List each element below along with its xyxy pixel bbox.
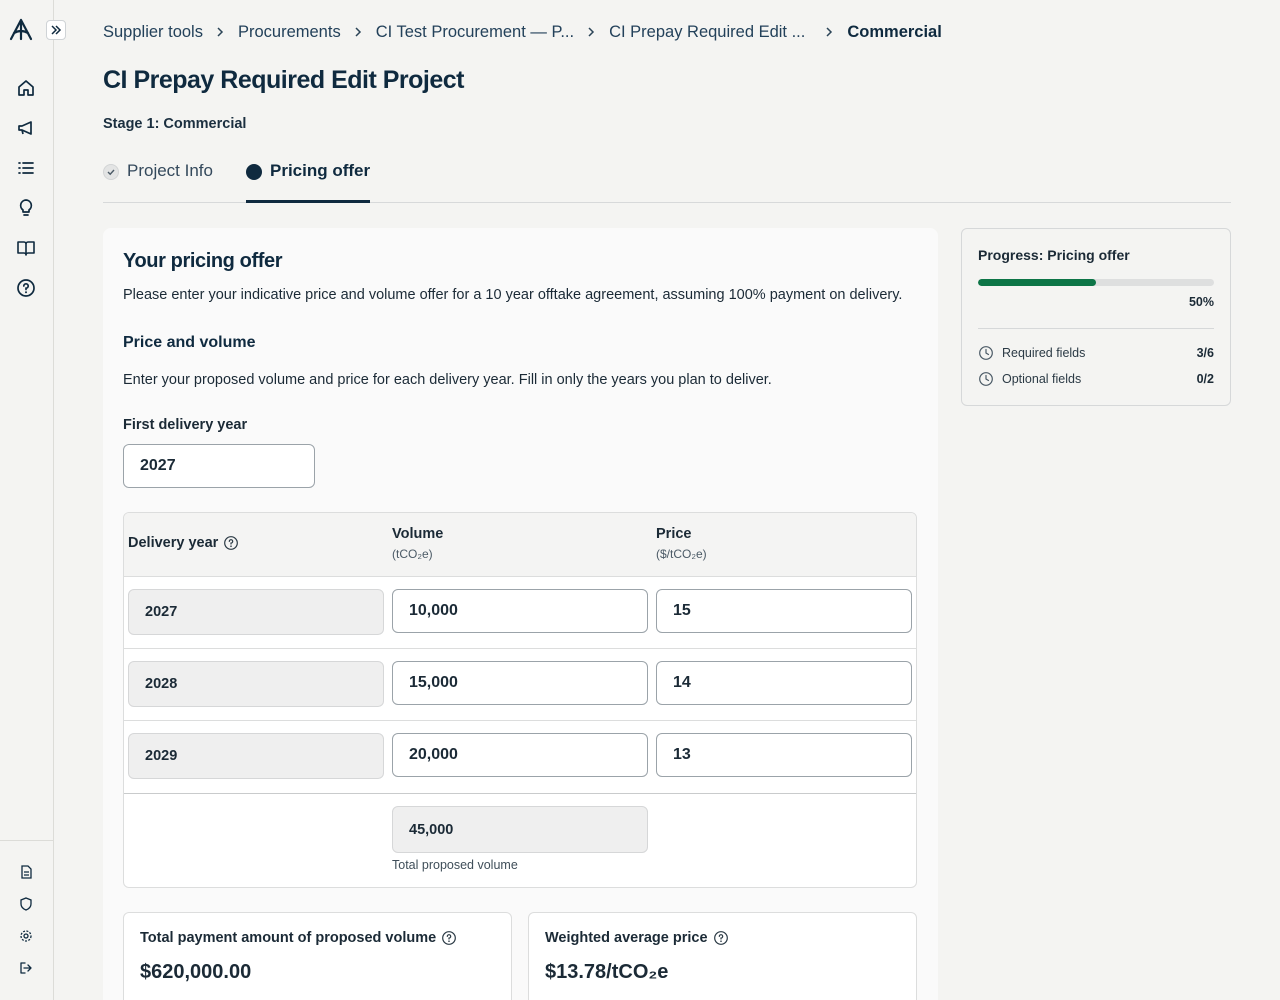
section-title: Price and volume [123, 334, 256, 351]
breadcrumb-item-procurement[interactable]: CI Test Procurement — P... [376, 23, 574, 42]
delivery-year-cell: 2028 [128, 661, 384, 707]
table-footer: 45,000 Total proposed volume [124, 793, 916, 887]
price-input[interactable]: 13 [656, 733, 912, 777]
price-input[interactable]: 14 [656, 661, 912, 705]
delivery-year-header: Delivery year [128, 535, 239, 551]
required-fields-count: 3/6 [1196, 346, 1214, 360]
progress-panel: Progress: Pricing offer 50% Required fie… [961, 228, 1231, 406]
settings-icon[interactable] [18, 928, 34, 944]
breadcrumb-item-procurements[interactable]: Procurements [238, 23, 341, 42]
chevron-right-icon [825, 26, 835, 38]
check-icon [103, 164, 119, 180]
volume-unit: (tCO₂e) [392, 547, 433, 561]
expand-sidebar-button[interactable] [46, 20, 66, 40]
volume-input[interactable]: 10,000 [392, 589, 648, 633]
volume-input[interactable]: 15,000 [392, 661, 648, 705]
tab-pricing-offer[interactable]: Pricing offer [246, 157, 371, 203]
progress-percent: 50% [1188, 295, 1214, 309]
required-fields-label: Required fields [1002, 346, 1086, 360]
progress-divider [978, 328, 1214, 329]
table-header: Delivery year Volume (tCO₂e) Price ($/tC… [124, 513, 916, 577]
card-title: Your pricing offer [123, 250, 283, 272]
volume-header: Volume [392, 526, 444, 542]
chevron-right-icon [216, 26, 226, 38]
shield-icon[interactable] [18, 896, 34, 912]
delivery-year-cell: 2027 [128, 589, 384, 635]
help-icon[interactable] [713, 930, 729, 946]
progress-bar [978, 279, 1214, 286]
breadcrumb-item-project[interactable]: CI Prepay Required Edit ... [609, 23, 805, 42]
lightbulb-icon[interactable] [15, 197, 37, 219]
list-icon[interactable] [15, 157, 37, 179]
tab-label: Project Info [127, 161, 213, 180]
help-icon[interactable] [223, 535, 239, 551]
optional-fields-label: Optional fields [1002, 372, 1082, 386]
page-title: CI Prepay Required Edit Project [103, 66, 465, 94]
weighted-price-value: $13.78/tCO₂e [545, 961, 669, 983]
book-icon[interactable] [15, 237, 37, 259]
total-payment-value: $620,000.00 [140, 961, 252, 983]
total-volume-value: 45,000 [392, 806, 648, 853]
breadcrumb-current: Commercial [847, 22, 942, 41]
delivery-year-cell: 2029 [128, 733, 384, 779]
help-icon[interactable] [441, 930, 457, 946]
price-header: Price [656, 526, 692, 542]
progress-title: Progress: Pricing offer [978, 247, 1130, 263]
price-volume-table: Delivery year Volume (tCO₂e) Price ($/tC… [123, 512, 917, 888]
delivery-year-header-label: Delivery year [128, 535, 219, 551]
logout-icon[interactable] [18, 960, 34, 976]
chevron-right-icon [354, 26, 364, 38]
tab-project-info[interactable]: Project Info [103, 157, 213, 203]
first-delivery-year-label: First delivery year [123, 417, 248, 433]
breadcrumb-item-supplier-tools[interactable]: Supplier tools [103, 23, 203, 42]
weighted-price-box: Weighted average price $13.78/tCO₂e [528, 912, 917, 1000]
active-dot-icon [246, 164, 262, 180]
tab-bar: Project Info Pricing offer [103, 157, 1231, 203]
chevrons-right-icon [51, 25, 62, 35]
stage-label: Stage 1: Commercial [103, 116, 247, 132]
total-payment-box: Total payment amount of proposed volume … [123, 912, 512, 1000]
home-icon[interactable] [15, 77, 37, 99]
first-delivery-year-input[interactable]: 2027 [123, 444, 315, 488]
total-payment-header: Total payment amount of proposed volume [140, 930, 457, 946]
required-fields-row: Required fields 3/6 [978, 344, 1214, 362]
table-row: 2028 15,000 14 [124, 649, 916, 721]
document-icon[interactable] [18, 864, 34, 880]
logo-icon[interactable] [8, 17, 34, 43]
card-description: Please enter your indicative price and v… [123, 287, 903, 303]
weighted-price-label: Weighted average price [545, 930, 708, 946]
optional-fields-row: Optional fields 0/2 [978, 370, 1214, 388]
table-row: 2027 10,000 15 [124, 577, 916, 649]
optional-fields-count: 0/2 [1196, 372, 1214, 386]
total-volume-label: Total proposed volume [392, 858, 518, 872]
sidebar [0, 0, 66, 1000]
chevron-right-icon [587, 26, 597, 38]
pricing-offer-card: Your pricing offer Please enter your ind… [103, 228, 938, 1000]
weighted-price-header: Weighted average price [545, 930, 729, 946]
table-row: 2029 20,000 13 [124, 721, 916, 793]
breadcrumb: Supplier tools Procurements CI Test Proc… [103, 21, 942, 43]
price-unit: ($/tCO₂e) [656, 547, 707, 561]
volume-input[interactable]: 20,000 [392, 733, 648, 777]
progress-bar-fill [978, 279, 1096, 286]
sidebar-divider [0, 840, 54, 841]
total-payment-label: Total payment amount of proposed volume [140, 930, 437, 946]
clock-icon [979, 346, 993, 360]
price-input[interactable]: 15 [656, 589, 912, 633]
section-description: Enter your proposed volume and price for… [123, 372, 772, 388]
help-circle-icon[interactable] [15, 277, 37, 299]
megaphone-icon[interactable] [15, 117, 37, 139]
clock-icon [979, 372, 993, 386]
tab-label: Pricing offer [270, 161, 371, 180]
